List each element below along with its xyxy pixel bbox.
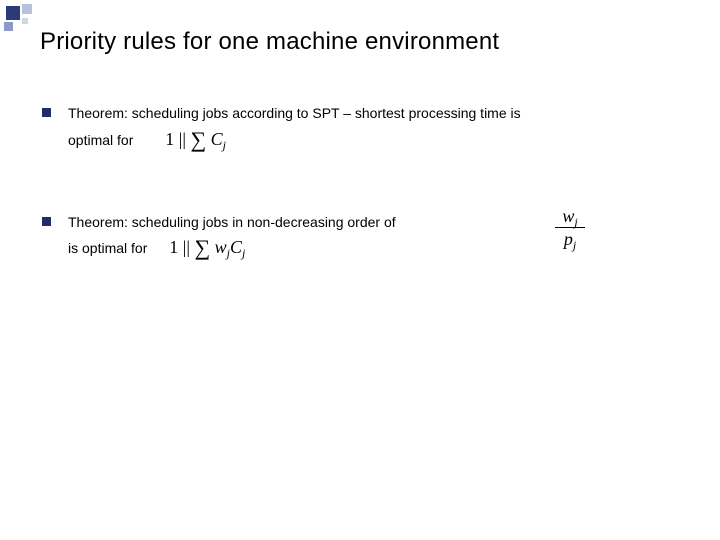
formula-ratio-wj-pj: wj pj <box>555 207 585 248</box>
slide-title: Priority rules for one machine environme… <box>40 28 499 56</box>
bullet-item: Theorem: scheduling jobs in non-decreasi… <box>42 213 690 262</box>
formula-sum-cj: 1 || ∑ Cj <box>165 123 226 153</box>
theorem-text-line1: Theorem: scheduling jobs in non-decreasi… <box>68 214 396 230</box>
square-bullet-icon <box>42 108 51 117</box>
square-bullet-icon <box>42 217 51 226</box>
bullet-item: Theorem: scheduling jobs according to SP… <box>42 104 690 153</box>
theorem-text-line2: optimal for <box>68 132 133 148</box>
theorem-text-line2: is optimal for <box>68 240 147 256</box>
formula-sum-wjcj: 1 || ∑ wjCj <box>169 231 245 261</box>
slide-body: Theorem: scheduling jobs according to SP… <box>42 104 690 321</box>
theorem-text-line1: Theorem: scheduling jobs according to SP… <box>68 105 521 121</box>
